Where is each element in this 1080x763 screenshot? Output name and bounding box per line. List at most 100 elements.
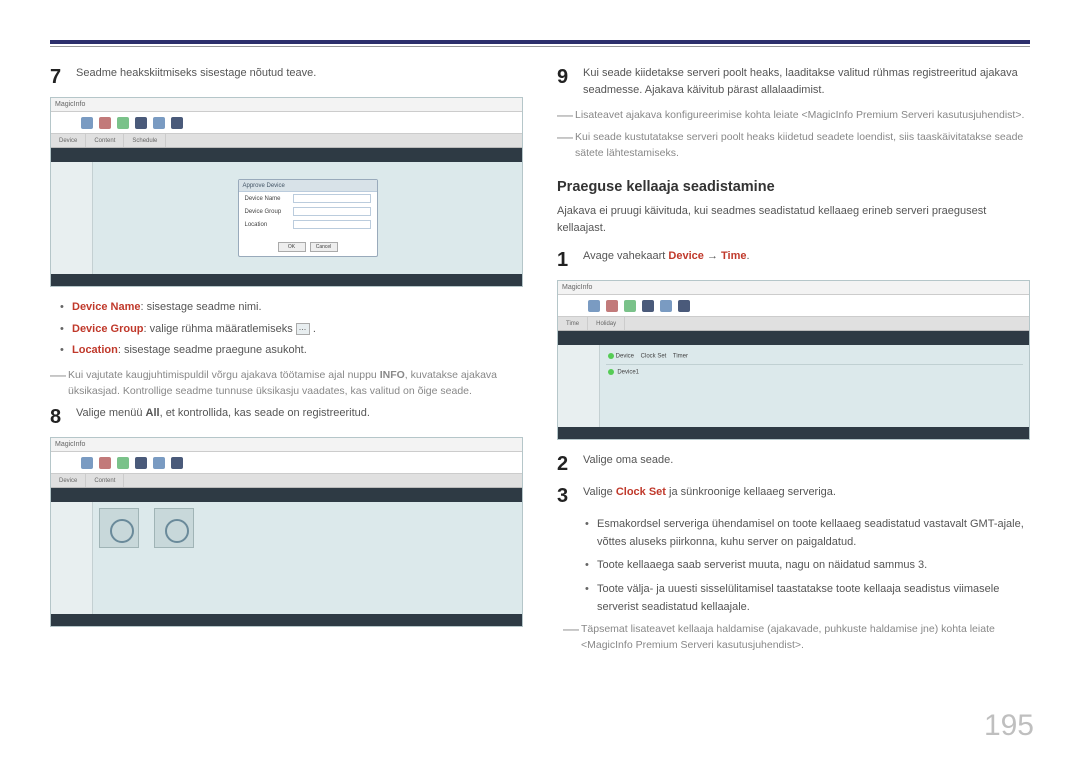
- step-2: 2 Valige oma seade.: [557, 452, 1030, 474]
- toolbar-icon: [606, 300, 618, 312]
- step-2-text: Valige oma seade.: [583, 452, 1030, 469]
- info-note-text: Kui vajutate kaugjuhtimispuldil võrgu aj…: [68, 368, 523, 400]
- screenshot-tab: Schedule: [124, 134, 166, 147]
- step-7-text: Seadme heakskiitmiseks sisestage nõutud …: [76, 65, 523, 82]
- toolbar-icon: [153, 117, 165, 129]
- sub-bullet-1: Esmakordsel serveriga ühendamisel on too…: [585, 516, 1030, 551]
- screenshot-toolbar: [51, 452, 522, 474]
- screenshot-tabs: Time Holiday: [558, 317, 1029, 331]
- toolbar-icon: [99, 117, 111, 129]
- step-3-sublist: Esmakordsel serveriga ühendamisel on too…: [585, 516, 1030, 616]
- screenshot-sidebar: [51, 502, 93, 626]
- note-r1-text: Lisateavet ajakava konfigureerimise koht…: [575, 108, 1030, 124]
- device-fields-list: Device Name: sisestage seadme nimi. Devi…: [60, 299, 523, 360]
- screenshot-device-time: MagicInfo Time Holiday Devi: [557, 280, 1030, 440]
- left-column: 7 Seadme heakskiitmiseks sisestage nõutu…: [50, 65, 523, 660]
- screenshot-tabs: Device Content: [51, 474, 522, 488]
- toolbar-icon: [135, 457, 147, 469]
- screenshot-toolbar: [51, 112, 522, 134]
- step-number-9: 9: [557, 65, 583, 87]
- status-led-icon: [608, 353, 614, 359]
- bullet-device-name: Device Name: sisestage seadme nimi.: [60, 299, 523, 317]
- screenshot-tab: Content: [86, 474, 124, 487]
- step-number-1: 1: [557, 248, 583, 270]
- step-1-text: Avage vahekaart Device → Time.: [583, 248, 1030, 265]
- dialog-title: Approve Device: [239, 180, 377, 192]
- dialog-ok-button: OK: [278, 242, 306, 252]
- screenshot-titlebar: MagicInfo: [51, 438, 522, 452]
- step-1: 1 Avage vahekaart Device → Time.: [557, 248, 1030, 270]
- page-number: 195: [984, 709, 1034, 743]
- toolbar-icon: [624, 300, 636, 312]
- dialog-cancel-button: Cancel: [310, 242, 338, 252]
- text-device-name: : sisestage seadme nimi.: [141, 301, 262, 313]
- screenshot-sidebar: [51, 162, 93, 286]
- note-r3: ― Täpsemat lisateavet kellaaja haldamise…: [563, 622, 1030, 654]
- screenshot-darkbar: [558, 331, 1029, 345]
- header-rule-thick: [50, 40, 1030, 44]
- note-r2: ― Kui seade kustutatakse serveri poolt h…: [557, 130, 1030, 162]
- screenshot-tab: Device: [51, 474, 86, 487]
- screenshot-body: Approve Device Device Name Device Group …: [93, 162, 522, 274]
- screenshot-titlebar: MagicInfo: [51, 98, 522, 112]
- step-8: 8 Valige menüü All, et kontrollida, kas …: [50, 405, 523, 427]
- status-led-icon: [608, 369, 614, 375]
- dialog-input: [293, 220, 371, 229]
- screenshot-tab: Content: [86, 134, 124, 147]
- dialog-label: Device Group: [245, 209, 289, 215]
- table-header-row: Device Clock Set Timer: [606, 349, 1023, 365]
- screenshot-darkbar: [51, 488, 522, 502]
- screenshot-approve-device: MagicInfo Device Content Schedule: [50, 97, 523, 287]
- text-device-group: : valige rühma määratlemiseks: [144, 323, 296, 335]
- two-column-layout: 7 Seadme heakskiitmiseks sisestage nõutu…: [50, 65, 1030, 660]
- screenshot-tab: Device: [51, 134, 86, 147]
- toolbar-icon: [153, 457, 165, 469]
- toolbar-icon: [117, 117, 129, 129]
- dash-icon: ―: [563, 622, 581, 654]
- dialog-input: [293, 207, 371, 216]
- section-description: Ajakava ei pruugi käivituda, kui seadmes…: [557, 203, 1030, 236]
- bullet-location: Location: sisestage seadme praegune asuk…: [60, 342, 523, 360]
- text-location: : sisestage seadme praegune asukoht.: [118, 344, 307, 356]
- screenshot-tabs: Device Content Schedule: [51, 134, 522, 148]
- info-note: ― Kui vajutate kaugjuhtimispuldil võrgu …: [50, 368, 523, 400]
- dialog-buttons: OK Cancel: [239, 242, 377, 252]
- screenshot-sidebar: [558, 345, 600, 439]
- step-number-8: 8: [50, 405, 76, 427]
- screenshot-footer: [51, 614, 522, 626]
- step-9-text: Kui seade kiidetakse serveri poolt heaks…: [583, 65, 1030, 98]
- toolbar-icon: [678, 300, 690, 312]
- step-8-text: Valige menüü All, et kontrollida, kas se…: [76, 405, 523, 422]
- toolbar-icon: [135, 117, 147, 129]
- device-thumbnail: [154, 508, 194, 548]
- dash-icon: ―: [557, 130, 575, 162]
- label-device-group: Device Group: [72, 323, 144, 335]
- label-location: Location: [72, 344, 118, 356]
- label-device-name: Device Name: [72, 301, 141, 313]
- device-thumbnail: [99, 508, 139, 548]
- sub-bullet-3: Toote välja- ja uuesti sisselülitamisel …: [585, 581, 1030, 616]
- toolbar-icon: [171, 117, 183, 129]
- bullet-device-group: Device Group: valige rühma määratlemisek…: [60, 321, 523, 339]
- screenshot-titlebar: MagicInfo: [558, 281, 1029, 295]
- screenshot-all-devices: MagicInfo Device Content: [50, 437, 523, 627]
- step-3: 3 Valige Clock Set ja sünkroonige kellaa…: [557, 484, 1030, 506]
- sub-bullet-2: Toote kellaaega saab serverist muuta, na…: [585, 557, 1030, 575]
- screenshot-body: Device Clock Set Timer Device1: [600, 345, 1029, 427]
- note-r3-text: Täpsemat lisateavet kellaaja haldamise (…: [581, 622, 1030, 654]
- screenshot-footer: [558, 427, 1029, 439]
- section-title-time: Praeguse kellaaja seadistamine: [557, 179, 1030, 195]
- note-r1: ― Lisateavet ajakava konfigureerimise ko…: [557, 108, 1030, 124]
- dialog-label: Device Name: [245, 196, 289, 202]
- screenshot-tab: Holiday: [588, 317, 625, 330]
- step-number-7: 7: [50, 65, 76, 87]
- screenshot-darkbar: [51, 148, 522, 162]
- step-9: 9 Kui seade kiidetakse serveri poolt hea…: [557, 65, 1030, 98]
- dialog-input: [293, 194, 371, 203]
- toolbar-icon: [81, 117, 93, 129]
- screenshot-footer: [51, 274, 522, 286]
- toolbar-icon: [642, 300, 654, 312]
- toolbar-icon: [588, 300, 600, 312]
- toolbar-icon: [81, 457, 93, 469]
- dialog-label: Location: [245, 222, 289, 228]
